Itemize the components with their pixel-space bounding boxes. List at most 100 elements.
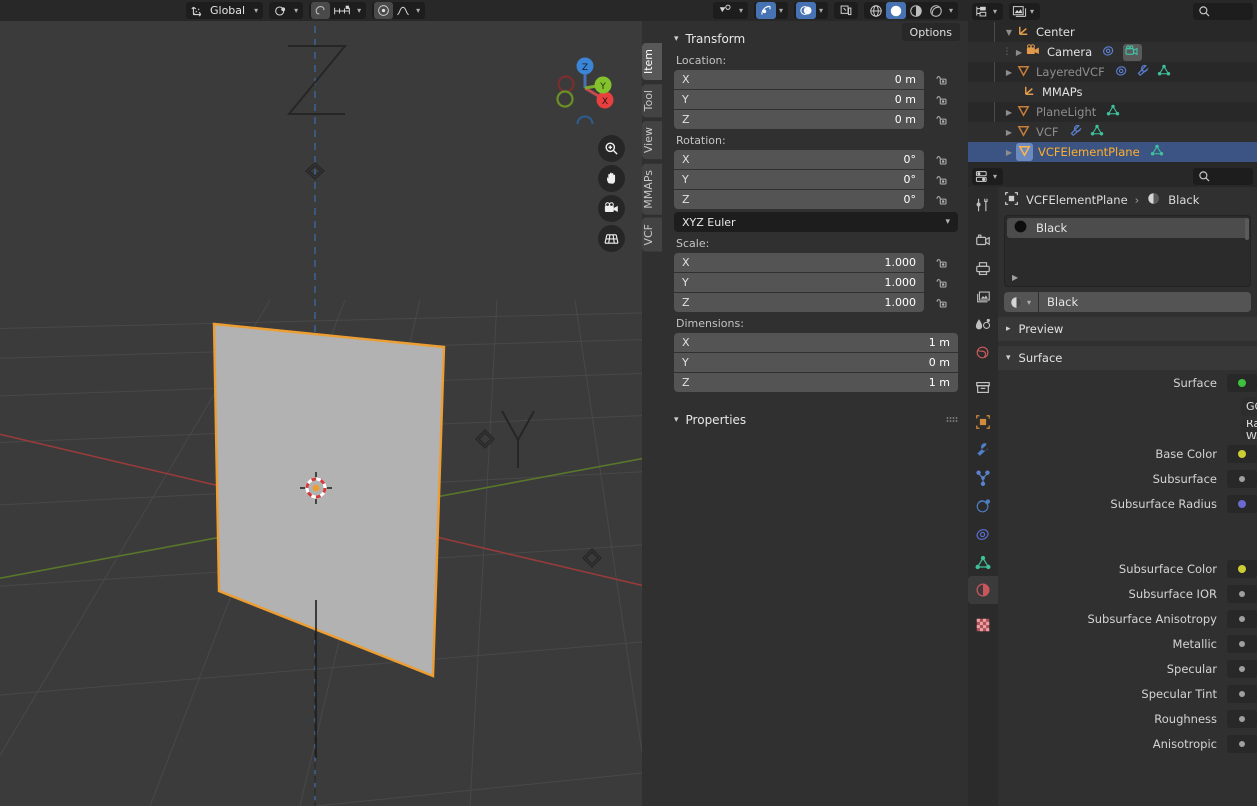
- gizmo-group[interactable]: ▾: [753, 2, 788, 19]
- rotation-z-row[interactable]: Z 0°: [674, 190, 958, 209]
- properties-tab-modifiers[interactable]: [968, 436, 998, 464]
- properties-header[interactable]: ▾: [968, 165, 1257, 187]
- modifier-wrench-icon[interactable]: [1069, 124, 1083, 140]
- location-z-field[interactable]: Z 0 m: [674, 110, 924, 129]
- outliner-row-camera[interactable]: ⋮ ▶ Camera: [968, 42, 1257, 62]
- snapping-group[interactable]: ▾: [309, 2, 367, 19]
- properties-search-input[interactable]: [1193, 167, 1253, 185]
- scale-y-row[interactable]: Y 1.000: [674, 273, 958, 292]
- sidebar-tab-vcf[interactable]: VCF: [642, 218, 662, 252]
- outliner-search-input[interactable]: [1193, 2, 1253, 20]
- expander-down-icon[interactable]: ▼: [1002, 28, 1016, 37]
- sidebar-tab-tool[interactable]: Tool: [642, 84, 662, 118]
- scale-z-field[interactable]: Z 1.000: [674, 293, 924, 312]
- properties-tab-output[interactable]: [968, 254, 998, 282]
- rotation-y-row[interactable]: Y 0°: [674, 170, 958, 189]
- toggle-perspective-tool[interactable]: [598, 225, 625, 252]
- surface-row-subsurface[interactable]: Subsurface: [998, 466, 1257, 491]
- mesh-data-icon[interactable]: [1150, 144, 1164, 160]
- proportional-edit-icon[interactable]: [374, 2, 394, 19]
- viewport-tool-buttons[interactable]: [598, 135, 625, 255]
- socket-base-color[interactable]: [1227, 444, 1257, 463]
- material-name-field[interactable]: Black: [1039, 292, 1251, 312]
- scale-z-row[interactable]: Z 1.000: [674, 293, 958, 312]
- location-z-row[interactable]: Z 0 m: [674, 110, 958, 129]
- panel-grip-dots[interactable]: [946, 416, 958, 425]
- surface-row-subsurface-method[interactable]: Random Walk: [998, 418, 1257, 441]
- outliner-tree[interactable]: ▼ Center ⋮ ▶ Camera ▶ LayeredVCF MMAPs ▶…: [968, 22, 1257, 162]
- navigation-gizmo[interactable]: X Y Z: [549, 52, 621, 124]
- chevron-down-icon[interactable]: ▾: [776, 6, 786, 15]
- 3d-viewport[interactable]: Global ▾ ▾ ▾ ▾ ▾ ▾ ▾ ▾ Options X Y Z Ite…: [0, 0, 968, 806]
- location-x-field[interactable]: X 0 m: [674, 70, 924, 89]
- zoom-tool[interactable]: [598, 135, 625, 162]
- modifier-wrench-icon[interactable]: [1136, 64, 1150, 80]
- properties-editor[interactable]: ▾ VCFElementPlane › Black Black ▶ ▾ Blac…: [968, 165, 1257, 806]
- mesh-data-icon[interactable]: [1090, 124, 1104, 140]
- properties-tab-object-data[interactable]: [968, 548, 998, 576]
- overlays-icon[interactable]: [795, 2, 816, 19]
- surface-row-specular-tint[interactable]: Specular Tint: [998, 681, 1257, 706]
- object-visibility-icon[interactable]: [715, 2, 736, 19]
- lock-scale-z[interactable]: [924, 296, 958, 309]
- gizmo-icon[interactable]: [755, 2, 776, 19]
- expander-right-icon[interactable]: ▶: [1012, 48, 1026, 57]
- properties-tab-tool[interactable]: [968, 191, 998, 219]
- outliner-row-center[interactable]: ▼ Center: [968, 22, 1257, 42]
- surface-row-subsurface-ior[interactable]: Subsurface IOR: [998, 581, 1257, 606]
- socket-metallic[interactable]: [1227, 634, 1257, 653]
- properties-tab-column[interactable]: [968, 187, 998, 806]
- surface-row-base-color[interactable]: Base Color: [998, 441, 1257, 466]
- sidebar-tab-item[interactable]: Item: [642, 43, 662, 81]
- breadcrumb[interactable]: VCFElementPlane › Black: [998, 187, 1257, 213]
- sidebar-tab-mmaps[interactable]: MMAPs: [642, 163, 662, 215]
- dimensions-x-field[interactable]: X 1 m: [674, 333, 958, 352]
- viewport-header[interactable]: Global ▾ ▾ ▾ ▾ ▾ ▾ ▾ ▾: [0, 0, 968, 21]
- socket-subsurface-ior[interactable]: [1227, 584, 1257, 603]
- properties-tab-physics[interactable]: [968, 492, 998, 520]
- socket-roughness[interactable]: [1227, 709, 1257, 728]
- lock-rotation-z[interactable]: [924, 193, 958, 206]
- location-y-field[interactable]: Y 0 m: [674, 90, 924, 109]
- expander-right-icon[interactable]: ▶: [1012, 273, 1018, 282]
- socket-surface[interactable]: [1227, 373, 1257, 392]
- lock-location-z[interactable]: [924, 113, 958, 126]
- properties-tab-world[interactable]: [968, 338, 998, 366]
- location-y-row[interactable]: Y 0 m: [674, 90, 958, 109]
- outliner-row-vcfelementplane[interactable]: ▶ VCFElementPlane: [968, 142, 1257, 162]
- rotation-y-field[interactable]: Y 0°: [674, 170, 924, 189]
- overlays-group[interactable]: ▾: [793, 2, 828, 19]
- object-data-icon[interactable]: [1102, 44, 1116, 60]
- snap-magnet-icon[interactable]: [311, 2, 331, 19]
- socket-subsurface[interactable]: [1227, 469, 1257, 488]
- socket-specular-tint[interactable]: [1227, 684, 1257, 703]
- dimensions-x-row[interactable]: X 1 m: [674, 333, 958, 352]
- sidebar-tabs[interactable]: Item Tool View MMAPs VCF: [642, 43, 664, 256]
- lock-scale-x[interactable]: [924, 256, 958, 269]
- surface-row-distribution[interactable]: GGX: [998, 395, 1257, 418]
- rotation-x-row[interactable]: X 0°: [674, 150, 958, 169]
- lock-location-y[interactable]: [924, 93, 958, 106]
- row-drag-dots[interactable]: ⋮: [1002, 47, 1012, 57]
- properties-tab-material[interactable]: [968, 576, 998, 604]
- object-data-icon[interactable]: [1115, 64, 1129, 80]
- surface-row-specular[interactable]: Specular: [998, 656, 1257, 681]
- sidebar-tab-view[interactable]: View: [642, 121, 662, 160]
- lock-rotation-x[interactable]: [924, 153, 958, 166]
- rotation-x-field[interactable]: X 0°: [674, 150, 924, 169]
- lock-location-x[interactable]: [924, 73, 958, 86]
- surface-row-surface[interactable]: Surface: [998, 370, 1257, 395]
- mesh-data-icon[interactable]: [1106, 104, 1120, 120]
- scale-x-field[interactable]: X 1.000: [674, 253, 924, 272]
- socket-specular[interactable]: [1227, 659, 1257, 678]
- outliner-row-planelight[interactable]: ▶ PlaneLight: [968, 102, 1257, 122]
- surface-row-subsurface-color[interactable]: Subsurface Color: [998, 556, 1257, 581]
- camera-view-tool[interactable]: [598, 195, 625, 222]
- shading-solid-icon[interactable]: [885, 2, 906, 19]
- surface-row-roughness[interactable]: Roughness: [998, 706, 1257, 731]
- shading-material-icon[interactable]: [906, 2, 926, 19]
- xray-toggle-icon[interactable]: [836, 2, 856, 19]
- lock-scale-y[interactable]: [924, 276, 958, 289]
- properties-tab-render[interactable]: [968, 226, 998, 254]
- falloff-curve-icon[interactable]: [393, 2, 413, 19]
